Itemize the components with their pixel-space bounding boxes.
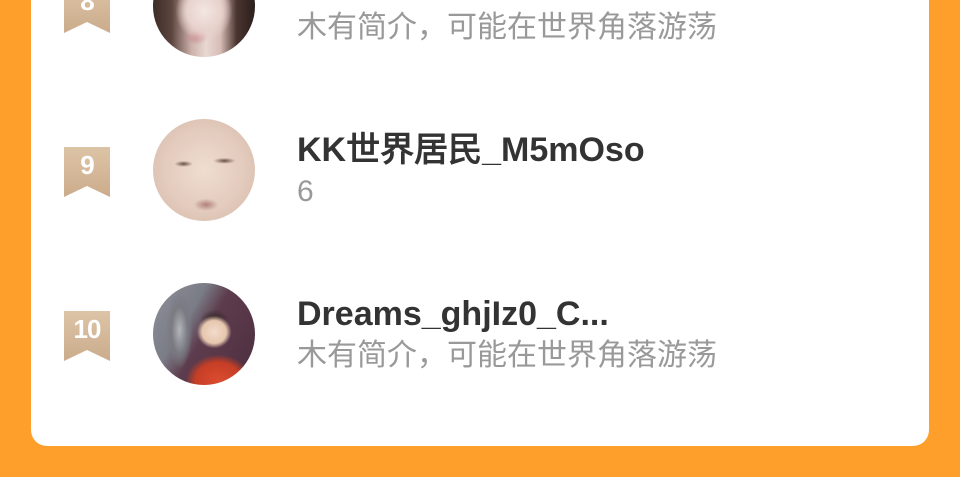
ranking-list-item[interactable]: 8 木有简介，可能在世界角落游荡: [31, 0, 929, 57]
user-bio: 木有简介，可能在世界角落游荡: [297, 339, 717, 372]
ranking-list-item[interactable]: 10 Dreams_ghjIz0_C... 木有简介，可能在世界角落游荡: [31, 283, 929, 385]
user-bio: 6: [297, 175, 314, 208]
user-name: KK世界居民_M5mOso: [297, 131, 645, 169]
ranking-list-item[interactable]: 9 KK世界居民_M5mOso 6: [31, 119, 929, 221]
rank-badge: 9: [64, 147, 110, 197]
rank-badge: 10: [64, 311, 110, 361]
avatar[interactable]: [153, 119, 255, 221]
user-name: Dreams_ghjIz0_C...: [297, 295, 609, 333]
avatar[interactable]: [153, 0, 255, 57]
user-bio: 木有简介，可能在世界角落游荡: [297, 11, 717, 44]
avatar[interactable]: [153, 283, 255, 385]
rank-badge: 8: [64, 0, 110, 33]
ranking-card: 8 木有简介，可能在世界角落游荡 9 KK世界居民_M5mOso 6 10 Dr…: [31, 0, 929, 446]
